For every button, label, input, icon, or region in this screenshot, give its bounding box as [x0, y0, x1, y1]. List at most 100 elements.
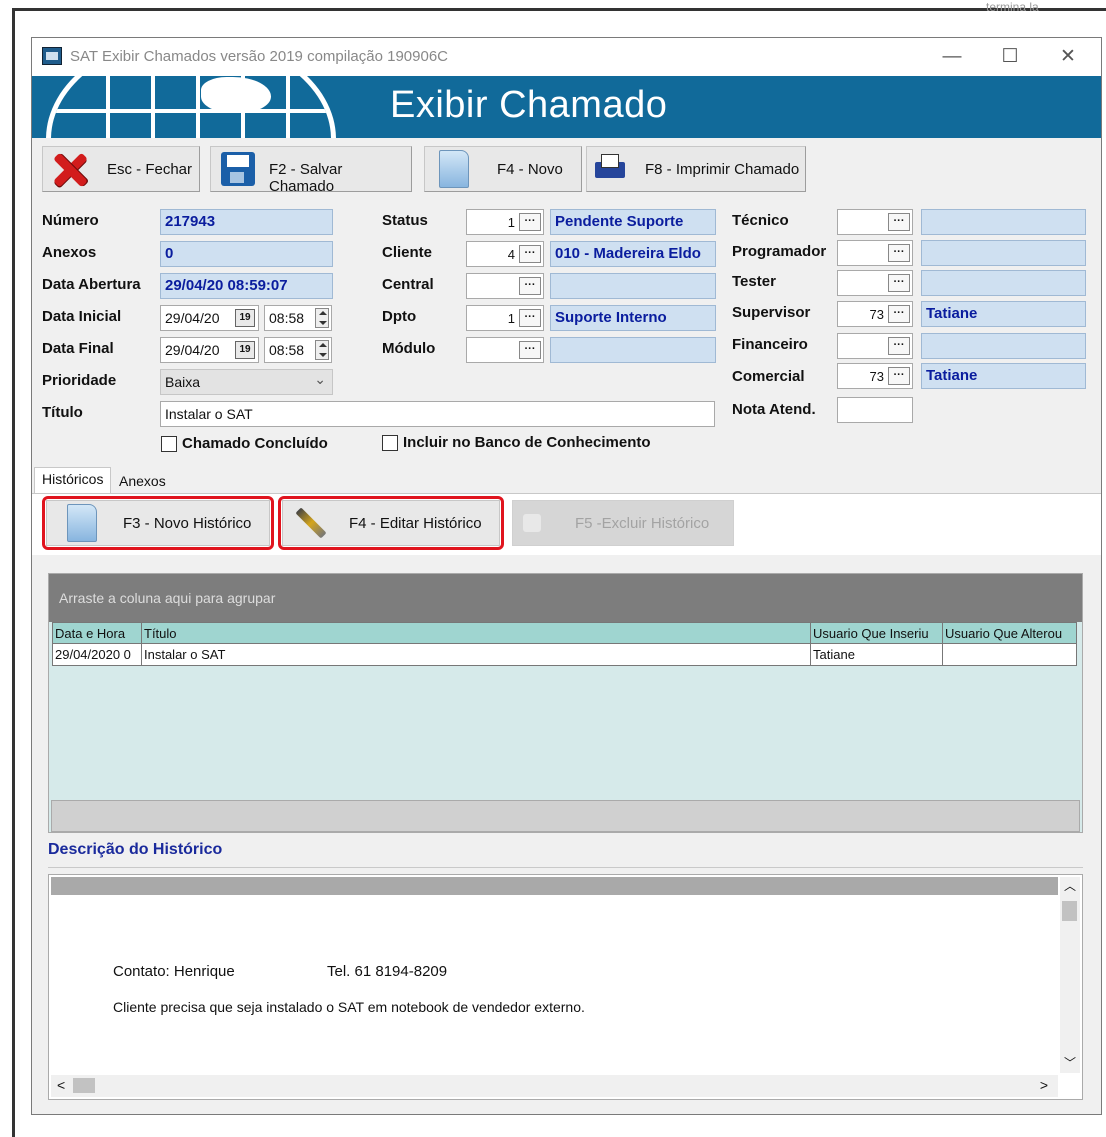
prioridade-select[interactable]: Baixa ⌄: [160, 369, 333, 395]
tab-historicos[interactable]: Históricos: [34, 467, 112, 493]
tecnico-code[interactable]: ···: [837, 209, 913, 235]
close-button-label: Esc - Fechar: [107, 161, 193, 178]
banner-title: Exibir Chamado: [390, 84, 668, 126]
delete-history-button[interactable]: F5 -Excluir Histórico: [512, 500, 734, 546]
programador-lookup-button[interactable]: ···: [888, 244, 910, 262]
tecnico-label: Técnico: [732, 212, 789, 229]
new-button[interactable]: F4 - Novo: [424, 146, 582, 192]
supervisor-field[interactable]: Tatiane: [921, 301, 1086, 327]
financeiro-lookup-button[interactable]: ···: [888, 337, 910, 355]
data-final-date[interactable]: 29/04/20 19: [160, 337, 259, 363]
minimize-button[interactable]: —: [932, 44, 972, 70]
central-lookup-button[interactable]: ···: [519, 277, 541, 295]
data-abertura-field[interactable]: 29/04/20 08:59:07: [160, 273, 333, 299]
comercial-lookup-button[interactable]: ···: [888, 367, 910, 385]
modulo-field[interactable]: [550, 337, 716, 363]
comercial-field[interactable]: Tatiane: [921, 363, 1086, 389]
comercial-code-value: 73: [869, 369, 884, 384]
tecnico-lookup-button[interactable]: ···: [888, 213, 910, 231]
central-code[interactable]: ···: [466, 273, 544, 299]
cell-usuario-inseriu: Tatiane: [810, 644, 943, 666]
modulo-code[interactable]: ···: [466, 337, 544, 363]
data-final-label: Data Final: [42, 340, 114, 357]
group-by-bar[interactable]: Arraste a coluna aqui para agrupar: [49, 574, 1082, 622]
column-header-titulo[interactable]: Título: [141, 622, 811, 644]
header-banner: Exibir Chamado: [32, 76, 1101, 138]
save-button[interactable]: F2 - Salvar Chamado: [210, 146, 412, 195]
tester-code[interactable]: ···: [837, 270, 913, 296]
description-editor[interactable]: Contato: Henrique Tel. 61 8194-8209 Clie…: [48, 874, 1083, 1100]
calendar-icon[interactable]: 19: [235, 341, 255, 359]
numero-field[interactable]: 217943: [160, 209, 333, 235]
scroll-right-icon[interactable]: >: [1040, 1077, 1048, 1093]
time-spinner-icon[interactable]: [315, 340, 329, 360]
data-final-date-value: 29/04/20: [165, 342, 220, 358]
grid-header-row: Data e Hora Título Usuario Que Inseriu U…: [52, 622, 1080, 644]
data-inicial-time[interactable]: 08:58: [264, 305, 332, 331]
horizontal-scrollbar[interactable]: < >: [51, 1075, 1058, 1097]
titulo-label: Título: [42, 404, 83, 421]
supervisor-lookup-button[interactable]: ···: [888, 305, 910, 323]
programador-code[interactable]: ···: [837, 240, 913, 266]
tecnico-field[interactable]: [921, 209, 1086, 235]
save-disk-icon: [221, 152, 255, 186]
scroll-thumb[interactable]: [1062, 901, 1077, 921]
comercial-code[interactable]: 73 ···: [837, 363, 913, 389]
screenshot: termina la SAT Exibir Chamados versão 20…: [0, 0, 1106, 1137]
tester-lookup-button[interactable]: ···: [888, 274, 910, 292]
calendar-icon[interactable]: 19: [235, 309, 255, 327]
time-spinner-icon[interactable]: [315, 308, 329, 328]
scroll-left-icon[interactable]: <: [57, 1077, 65, 1093]
close-window-button[interactable]: ✕: [1048, 44, 1088, 70]
maximize-button[interactable]: ☐: [990, 44, 1030, 70]
vertical-scrollbar[interactable]: ︿ ﹀: [1060, 877, 1080, 1073]
modulo-lookup-button[interactable]: ···: [519, 341, 541, 359]
incluir-banco-checkbox[interactable]: [382, 435, 398, 451]
titulo-input[interactable]: Instalar o SAT: [160, 401, 715, 427]
delete-history-label: F5 -Excluir Histórico: [575, 515, 710, 532]
supervisor-code[interactable]: 73 ···: [837, 301, 913, 327]
chamado-concluido-checkbox[interactable]: [161, 436, 177, 452]
table-row[interactable]: 29/04/2020 0 Instalar o SAT Tatiane: [52, 644, 1080, 666]
financeiro-field[interactable]: [921, 333, 1086, 359]
dpto-code[interactable]: 1 ···: [466, 305, 544, 331]
title-bar: SAT Exibir Chamados versão 2019 compilaç…: [32, 38, 1101, 76]
scroll-up-icon[interactable]: ︿: [1064, 877, 1076, 894]
data-final-time-value: 08:58: [269, 342, 305, 358]
sat-window: SAT Exibir Chamados versão 2019 compilaç…: [31, 37, 1102, 1115]
financeiro-code[interactable]: ···: [837, 333, 913, 359]
nota-atend-input[interactable]: [837, 397, 913, 423]
status-field[interactable]: Pendente Suporte: [550, 209, 716, 235]
data-inicial-date[interactable]: 29/04/20 19: [160, 305, 259, 331]
print-button[interactable]: F8 - Imprimir Chamado: [586, 146, 806, 192]
printer-icon: [595, 154, 625, 182]
close-button[interactable]: Esc - Fechar: [42, 146, 200, 192]
app-icon: [42, 47, 62, 65]
cliente-lookup-button[interactable]: ···: [519, 245, 541, 263]
column-header-data-hora[interactable]: Data e Hora: [52, 622, 142, 644]
scroll-down-icon[interactable]: ﹀: [1064, 1054, 1076, 1071]
cell-titulo: Instalar o SAT: [141, 644, 811, 666]
cliente-field[interactable]: 010 - Madereira Eldo: [550, 241, 716, 267]
dpto-lookup-button[interactable]: ···: [519, 309, 541, 327]
cliente-code[interactable]: 4 ···: [466, 241, 544, 267]
dpto-label: Dpto: [382, 308, 417, 325]
column-header-usuario-inseriu[interactable]: Usuario Que Inseriu: [810, 622, 943, 644]
comercial-label: Comercial: [732, 368, 805, 385]
incluir-banco-label: Incluir no Banco de Conhecimento: [403, 434, 651, 451]
status-label: Status: [382, 212, 428, 229]
programador-field[interactable]: [921, 240, 1086, 266]
data-abertura-label: Data Abertura: [42, 276, 141, 293]
dpto-field[interactable]: Suporte Interno: [550, 305, 716, 331]
chamado-concluido-label: Chamado Concluído: [182, 435, 328, 452]
status-lookup-button[interactable]: ···: [519, 213, 541, 231]
column-header-usuario-alterou[interactable]: Usuario Que Alterou: [942, 622, 1077, 644]
status-code[interactable]: 1 ···: [466, 209, 544, 235]
central-field[interactable]: [550, 273, 716, 299]
background-text: termina la: [986, 0, 1039, 14]
anexos-field[interactable]: 0: [160, 241, 333, 267]
scroll-thumb[interactable]: [73, 1078, 95, 1093]
data-final-time[interactable]: 08:58: [264, 337, 332, 363]
chevron-down-icon: ⌄: [314, 371, 326, 387]
tester-field[interactable]: [921, 270, 1086, 296]
